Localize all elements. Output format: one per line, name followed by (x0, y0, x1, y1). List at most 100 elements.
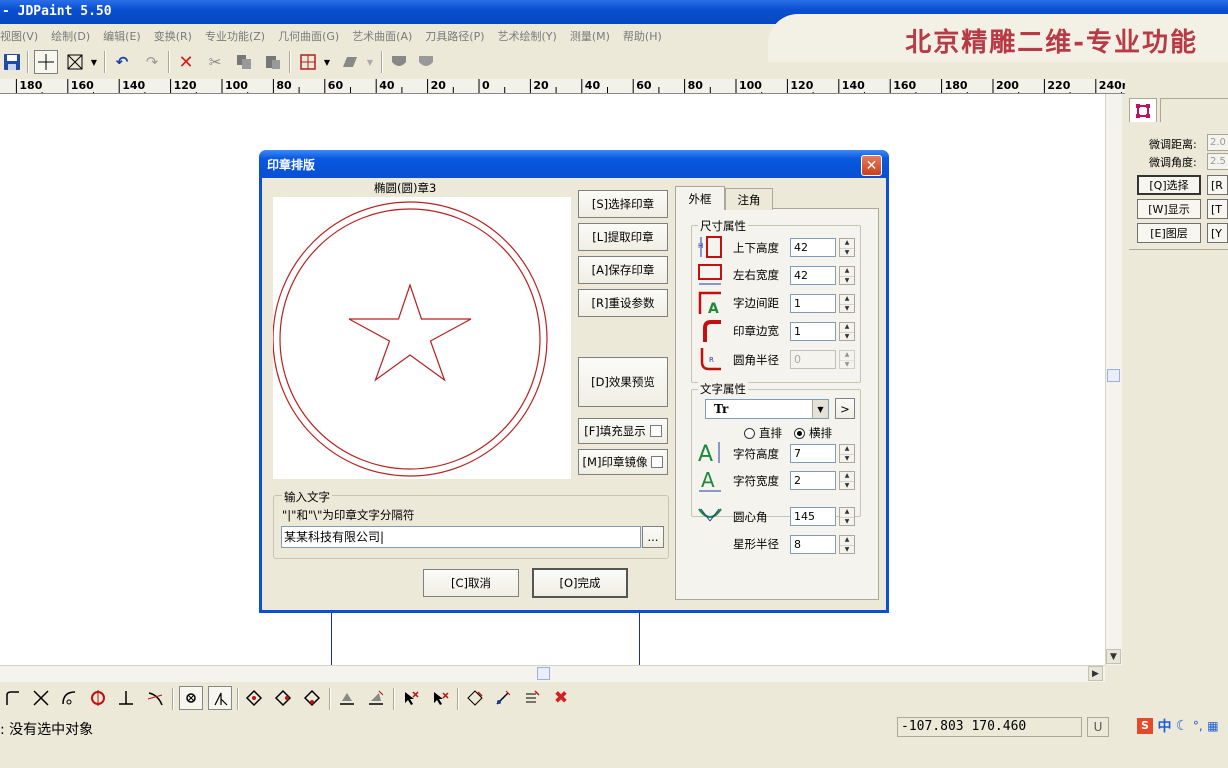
tab-frame[interactable]: 外框 (675, 186, 725, 210)
diamond-3-icon[interactable] (300, 686, 324, 710)
menu-art-surface[interactable]: 艺术曲面(A) (352, 28, 412, 44)
node-edit-icon[interactable] (463, 686, 487, 710)
star-radius-spinner[interactable]: ▲ ▼ (839, 535, 855, 554)
horizontal-radio[interactable]: 横排 (794, 425, 832, 441)
tab-annotation[interactable]: 注角 (725, 188, 773, 210)
dropdown-arrow-icon[interactable]: ▼ (364, 50, 376, 74)
height-input[interactable]: 42 (790, 238, 836, 257)
redo-icon[interactable]: ↷ (140, 50, 164, 74)
angle-icon[interactable] (208, 686, 232, 710)
save-icon[interactable] (0, 50, 24, 74)
border-spinner[interactable]: ▲ ▼ (839, 322, 855, 341)
arc-angle-spinner[interactable]: ▲ ▼ (839, 507, 855, 526)
pen-tool-icon[interactable] (491, 686, 515, 710)
sogou-icon[interactable]: S (1137, 718, 1153, 734)
char-width-spinner[interactable]: ▲ ▼ (839, 471, 855, 490)
effect-preview-button[interactable]: [D]效果预览 (578, 357, 668, 407)
radius-spinner[interactable]: ▲ ▼ (839, 350, 855, 369)
undo-icon[interactable]: ↶ (110, 50, 134, 74)
intersect-icon[interactable] (29, 686, 53, 710)
diamond-1-icon[interactable] (242, 686, 266, 710)
horizontal-radio-dot[interactable] (794, 428, 805, 439)
cancel-button[interactable]: [C]取消 (423, 569, 519, 597)
dropdown-arrow-icon[interactable]: ▼ (88, 50, 100, 74)
fill-display-checkbox[interactable] (649, 425, 662, 437)
y-button[interactable]: [Y (1207, 223, 1228, 243)
menu-measure[interactable]: 测量(M) (570, 28, 610, 44)
delete-red-icon[interactable]: ✖ (549, 686, 573, 710)
menu-geometry-surface[interactable]: 几何曲面(G) (278, 28, 339, 44)
ime-mode[interactable]: 中 (1157, 719, 1171, 735)
scroll-thumb[interactable] (537, 667, 550, 680)
ok-button[interactable]: [O]完成 (532, 568, 628, 598)
border-input[interactable]: 1 (790, 322, 836, 341)
char-width-input[interactable]: 2 (790, 471, 836, 490)
copy-icon[interactable] (232, 50, 256, 74)
reset-params-button[interactable]: [R]重设参数 (578, 289, 668, 317)
radius-input[interactable]: 0 (790, 350, 836, 369)
shape-icon[interactable] (338, 50, 362, 74)
chevron-down-icon[interactable]: ▼ (812, 400, 828, 418)
width-input[interactable]: 42 (790, 266, 836, 285)
fill-display-toggle[interactable]: [F]填充显示 (578, 418, 668, 444)
char-height-spinner[interactable]: ▲ ▼ (839, 444, 855, 463)
dropdown-arrow-icon[interactable]: ▼ (321, 50, 333, 74)
font-more-button[interactable]: > (835, 398, 855, 419)
corner-icon[interactable] (0, 686, 24, 710)
spacing-input[interactable]: 1 (790, 294, 836, 313)
mirror-toggle[interactable]: [M]印章镜像 (578, 449, 668, 475)
layer-button[interactable]: [E]图层 (1137, 223, 1201, 243)
align-bottom-icon[interactable] (335, 686, 359, 710)
vertical-scrollbar[interactable]: ▼ (1105, 94, 1122, 665)
menu-professional[interactable]: 专业功能(Z) (205, 28, 265, 44)
menu-draw[interactable]: 绘制(D) (51, 28, 90, 44)
char-height-input[interactable]: 7 (790, 444, 836, 463)
pointer-x2-icon[interactable] (428, 686, 452, 710)
vertical-radio[interactable]: 直排 (744, 425, 782, 441)
star-radius-input[interactable]: 8 (790, 535, 836, 554)
grid-frame-icon[interactable] (296, 50, 320, 74)
menu-view[interactable]: 视图(V) (0, 28, 38, 44)
scroll-right-icon[interactable]: ▶ (1088, 666, 1103, 681)
tab-node[interactable] (1129, 98, 1157, 122)
circle-center-icon[interactable] (86, 686, 110, 710)
height-spinner[interactable]: ▲ ▼ (839, 238, 855, 257)
t-button[interactable]: [T (1207, 199, 1228, 219)
menu-help[interactable]: 帮助(H) (623, 28, 662, 44)
font-select[interactable]: Tr ▼ (705, 399, 829, 419)
menu-tool-path[interactable]: 刀具路径(P) (425, 28, 484, 44)
shield-alt-icon[interactable] (414, 50, 438, 74)
arc-snap-icon[interactable] (57, 686, 81, 710)
cut-icon[interactable]: ✂ (203, 50, 227, 74)
save-stamp-button[interactable]: [A]保存印章 (578, 256, 668, 284)
extract-stamp-button[interactable]: [L]提取印章 (578, 223, 668, 251)
fine-distance-input[interactable]: 2.0 (1207, 134, 1228, 151)
close-icon[interactable]: ✕ (861, 155, 882, 176)
scroll-down-icon[interactable]: ▼ (1106, 649, 1121, 664)
crosshair-icon[interactable] (34, 50, 58, 74)
browse-button[interactable]: ... (642, 526, 664, 548)
shield-icon[interactable] (387, 50, 411, 74)
ime-more-icon[interactable]: ▦ (1207, 719, 1218, 733)
window-select-icon[interactable] (63, 50, 87, 74)
align-top-icon[interactable] (364, 686, 388, 710)
mirror-checkbox[interactable] (651, 456, 664, 468)
select-stamp-button[interactable]: [S]选择印章 (578, 190, 668, 218)
diamond-2-icon[interactable] (271, 686, 295, 710)
tangent-icon[interactable] (143, 686, 167, 710)
pointer-x-icon[interactable] (399, 686, 423, 710)
r-button[interactable]: [R (1207, 175, 1228, 195)
arc-angle-input[interactable]: 145 (790, 507, 836, 526)
width-spinner[interactable]: ▲ ▼ (839, 266, 855, 285)
menu-art-draw[interactable]: 艺术绘制(Y) (498, 28, 557, 44)
ime-bar[interactable]: S 中 ☾ °, ▦ (1137, 716, 1228, 738)
select-button[interactable]: [Q]选择 (1137, 175, 1201, 195)
punct-icon[interactable]: °, (1193, 719, 1203, 733)
moon-icon[interactable]: ☾ (1176, 718, 1189, 734)
spacing-spinner[interactable]: ▲ ▼ (839, 294, 855, 313)
horizontal-scrollbar[interactable]: ▶ (0, 665, 1105, 682)
paste-icon[interactable] (261, 50, 285, 74)
menu-edit[interactable]: 编辑(E) (103, 28, 141, 44)
menu-transform[interactable]: 变换(R) (154, 28, 192, 44)
list-edit-icon[interactable] (520, 686, 544, 710)
